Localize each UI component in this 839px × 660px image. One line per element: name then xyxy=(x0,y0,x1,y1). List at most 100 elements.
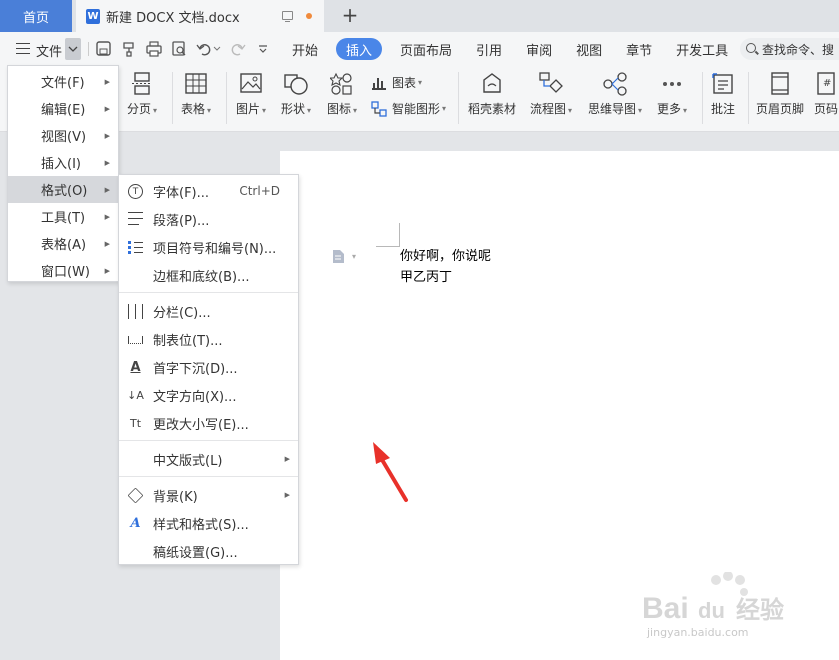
undo-icon[interactable] xyxy=(196,41,214,57)
icon-library-button[interactable]: 图标 ▾ xyxy=(327,72,357,117)
paragraph-handle-caret-icon[interactable]: ▾ xyxy=(352,252,356,261)
baidu-watermark: Bai du 经验 jingyan.baidu.com xyxy=(640,571,800,639)
undo-dropdown-icon[interactable] xyxy=(213,46,221,52)
icon-library-icon xyxy=(330,72,352,95)
menu-item-format[interactable]: 格式(O) ▶ xyxy=(8,176,118,203)
menu-item-borders-shading[interactable]: 边框和底纹(B)... xyxy=(119,261,298,289)
menu-item-label: 中文版式(L) xyxy=(153,453,223,469)
tab-developer[interactable]: 开发工具 xyxy=(664,38,740,60)
tab-review[interactable]: 审阅 xyxy=(514,38,564,60)
more-button[interactable]: 更多 ▾ xyxy=(657,72,687,117)
menu-item-drop-cap[interactable]: A 首字下沉(D)... xyxy=(119,353,298,381)
document-text-line[interactable]: 甲乙丙丁 xyxy=(400,268,452,288)
menu-item-manuscript-settings[interactable]: 稿纸设置(G)... xyxy=(119,537,298,565)
svg-text:du: du xyxy=(698,598,725,623)
mindmap-button[interactable]: 思维导图 ▾ xyxy=(588,72,642,117)
menu-item-chinese-layout[interactable]: 中文版式(L) ▶ xyxy=(119,445,298,473)
page-break-button[interactable]: 分页 ▾ xyxy=(127,72,157,117)
format-submenu: T 字体(F)... Ctrl+D 段落(P)... 项目符号和编号(N)...… xyxy=(118,174,299,565)
file-menu-button[interactable]: 文件 xyxy=(36,41,62,60)
tab-section[interactable]: 章节 xyxy=(614,38,664,60)
menu-item-label: 背景(K) xyxy=(153,489,198,505)
tab-references[interactable]: 引用 xyxy=(464,38,514,60)
flowchart-button[interactable]: 流程图 ▾ xyxy=(530,72,572,117)
tab-page-layout[interactable]: 页面布局 xyxy=(388,38,464,60)
menu-item-bullets-numbering[interactable]: 项目符号和编号(N)... xyxy=(119,233,298,261)
unsaved-dot-icon xyxy=(306,13,312,19)
menu-item-edit[interactable]: 编辑(E) ▶ xyxy=(8,95,118,122)
shape-label: 形状 xyxy=(281,102,306,116)
search-icon xyxy=(746,43,756,53)
header-footer-icon xyxy=(771,72,789,95)
shape-button[interactable]: 形状 ▾ xyxy=(281,72,311,117)
menu-item-change-case[interactable]: Tt 更改大小写(E)... xyxy=(119,409,298,437)
menu-item-tab-stops[interactable]: 制表位(T)... xyxy=(119,325,298,353)
menu-item-label: 样式和格式(S)... xyxy=(153,517,249,533)
picture-label: 图片 xyxy=(236,102,261,116)
page-number-label: 页码 xyxy=(814,102,839,116)
smart-art-button[interactable]: 智能图形 ▾ xyxy=(371,100,446,117)
file-dropdown-button[interactable] xyxy=(65,38,81,60)
monitor-icon[interactable] xyxy=(282,11,293,22)
chart-button[interactable]: 图表 ▾ xyxy=(371,74,422,91)
menu-item-window[interactable]: 窗口(W) ▶ xyxy=(8,257,118,284)
shortcut-label: Ctrl+D xyxy=(239,184,280,198)
menu-item-tools[interactable]: 工具(T) ▶ xyxy=(8,203,118,230)
submenu-arrow-icon: ▶ xyxy=(104,185,110,194)
menu-item-insert[interactable]: 插入(I) ▶ xyxy=(8,149,118,176)
document-tab[interactable]: W 新建 DOCX 文档.docx xyxy=(76,0,324,32)
icon-library-label: 图标 xyxy=(327,102,352,116)
submenu-arrow-icon: ▶ xyxy=(104,77,110,86)
smart-art-icon xyxy=(371,100,387,117)
menu-item-label: 稿纸设置(G)... xyxy=(153,545,238,561)
tab-view[interactable]: 视图 xyxy=(564,38,614,60)
tab-insert[interactable]: 插入 xyxy=(336,38,383,60)
comment-button[interactable]: 批注 xyxy=(711,72,735,117)
header-footer-button[interactable]: 页眉页脚 xyxy=(756,72,804,117)
menu-item-file[interactable]: 文件(F) ▶ xyxy=(8,68,118,95)
picture-button[interactable]: 图片 ▾ xyxy=(236,72,266,117)
menu-item-text-direction[interactable]: ↓A 文字方向(X)... xyxy=(119,381,298,409)
home-tab[interactable]: 首页 xyxy=(0,0,72,32)
font-icon: T xyxy=(128,184,143,199)
chart-icon xyxy=(372,77,386,90)
svg-text:经验: 经验 xyxy=(736,596,784,624)
menu-item-background[interactable]: 背景(K) ▶ xyxy=(119,481,298,509)
flowchart-label: 流程图 xyxy=(530,102,567,116)
menu-item-font[interactable]: T 字体(F)... Ctrl+D xyxy=(119,177,298,205)
save-icon[interactable] xyxy=(96,41,112,57)
mindmap-label: 思维导图 xyxy=(588,102,637,116)
divider xyxy=(172,72,173,124)
quick-access-more-icon[interactable] xyxy=(258,45,268,53)
redo-icon[interactable] xyxy=(230,41,246,57)
header-footer-label: 页眉页脚 xyxy=(756,102,805,116)
divider xyxy=(119,292,298,293)
smart-art-label: 智能图形 xyxy=(392,102,441,116)
hamburger-icon[interactable] xyxy=(16,43,30,54)
menu-item-styles-formatting[interactable]: A 样式和格式(S)... xyxy=(119,509,298,537)
menu-item-label: 段落(P)... xyxy=(153,213,210,229)
print-preview-icon[interactable] xyxy=(171,41,187,57)
table-button[interactable]: 表格 ▾ xyxy=(181,72,211,117)
divider xyxy=(458,72,459,124)
menu-item-label: 工具(T) xyxy=(41,211,86,226)
divider xyxy=(226,72,227,124)
mindmap-icon xyxy=(603,72,627,96)
format-painter-icon[interactable] xyxy=(121,41,137,57)
menu-item-paragraph[interactable]: 段落(P)... xyxy=(119,205,298,233)
document-text-line[interactable]: 你好啊，你说呢 xyxy=(400,247,491,267)
menu-item-label: 边框和底纹(B)... xyxy=(153,269,250,285)
docer-material-button[interactable]: 稻壳素材 xyxy=(468,72,516,117)
tab-start[interactable]: 开始 xyxy=(280,38,330,60)
more-icon xyxy=(663,82,682,86)
menu-item-label: 文件(F) xyxy=(41,76,85,91)
menu-item-columns[interactable]: 分栏(C)... xyxy=(119,297,298,325)
new-tab-button[interactable]: + xyxy=(338,3,362,27)
command-search-input[interactable]: 查找命令、搜 xyxy=(740,38,839,60)
page-number-button[interactable]: # 页码 xyxy=(814,72,838,117)
menu-item-table[interactable]: 表格(A) ▶ xyxy=(8,230,118,257)
print-icon[interactable] xyxy=(146,41,162,57)
title-bar: 首页 W 新建 DOCX 文档.docx + xyxy=(0,0,839,32)
menu-item-view[interactable]: 视图(V) ▶ xyxy=(8,122,118,149)
paragraph-handle-icon[interactable] xyxy=(332,249,345,264)
